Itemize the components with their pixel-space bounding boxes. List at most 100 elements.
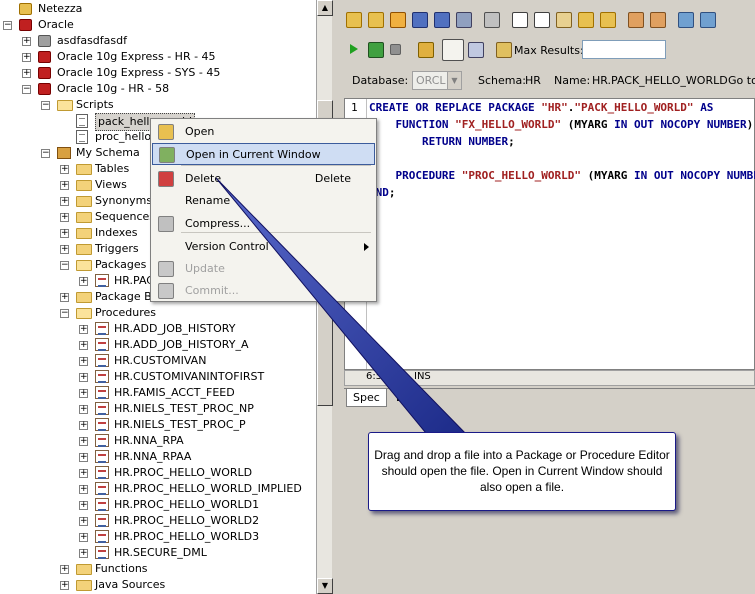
menu-item-rename[interactable]: Rename — [152, 190, 375, 212]
expand-icon[interactable]: + — [60, 581, 69, 590]
collapse-icon[interactable]: − — [60, 261, 69, 270]
expand-icon[interactable]: + — [79, 357, 88, 366]
expand-icon[interactable]: + — [22, 69, 31, 78]
text-results-icon[interactable] — [468, 42, 484, 58]
expand-icon[interactable]: + — [60, 293, 69, 302]
expand-icon[interactable]: + — [79, 405, 88, 414]
new-folder-icon[interactable] — [390, 12, 406, 28]
menu-item-label: Open in Current Window — [186, 148, 321, 161]
expand-icon[interactable]: + — [60, 165, 69, 174]
tree-item[interactable]: + HR.CUSTOMIVAN — [0, 353, 316, 369]
expand-icon[interactable]: + — [22, 53, 31, 62]
expand-icon[interactable]: + — [79, 389, 88, 398]
expand-icon[interactable]: + — [60, 181, 69, 190]
menu-item-open[interactable]: Open — [152, 121, 375, 143]
tree-item[interactable]: + Functions — [0, 561, 316, 577]
run-icon[interactable] — [350, 44, 358, 54]
sort-icon[interactable] — [700, 12, 716, 28]
expand-icon[interactable]: + — [60, 229, 69, 238]
goto-label[interactable]: Go to — [728, 74, 755, 87]
expand-icon[interactable]: + — [79, 341, 88, 350]
grid-results-icon[interactable] — [442, 39, 464, 61]
cut-icon[interactable] — [512, 12, 528, 28]
save-as-icon[interactable] — [456, 12, 472, 28]
expand-icon[interactable]: + — [60, 197, 69, 206]
replace-icon[interactable] — [650, 12, 666, 28]
expand-icon[interactable]: + — [79, 421, 88, 430]
tree-item[interactable]: − Oracle 10g - HR - 58 — [0, 81, 316, 97]
tree-item[interactable]: + HR.PROC_HELLO_WORLD1 — [0, 497, 316, 513]
tree-item[interactable]: − Procedures — [0, 305, 316, 321]
tree-item[interactable]: + HR.ADD_JOB_HISTORY — [0, 321, 316, 337]
print-icon[interactable] — [484, 12, 500, 28]
tab-spec[interactable]: Spec — [346, 389, 387, 407]
scroll-up-button[interactable]: ▲ — [317, 0, 333, 16]
expand-icon[interactable]: + — [79, 533, 88, 542]
tree-item[interactable]: + HR.ADD_JOB_HISTORY_A — [0, 337, 316, 353]
find-icon[interactable] — [628, 12, 644, 28]
tree-item[interactable]: + HR.NIELS_TEST_PROC_P — [0, 417, 316, 433]
tree-item[interactable]: + Java Sources — [0, 577, 316, 593]
max-results-input[interactable] — [582, 40, 666, 59]
copy-icon[interactable] — [534, 12, 550, 28]
procedure-icon — [95, 434, 109, 447]
tree-item[interactable]: + HR.PROC_HELLO_WORLD3 — [0, 529, 316, 545]
format-icon[interactable] — [678, 12, 694, 28]
menu-item-commit[interactable]: Commit... — [152, 280, 375, 302]
tree-item[interactable]: + HR.SECURE_DML — [0, 545, 316, 561]
expand-icon[interactable]: + — [60, 245, 69, 254]
expand-icon[interactable]: + — [60, 565, 69, 574]
collapse-icon[interactable]: − — [41, 101, 50, 110]
tree-item[interactable]: + HR.PROC_HELLO_WORLD_IMPLIED — [0, 481, 316, 497]
collapse-icon[interactable]: − — [22, 85, 31, 94]
open-folder-icon[interactable] — [368, 12, 384, 28]
save-all-icon[interactable] — [434, 12, 450, 28]
tree-item[interactable]: + HR.NNA_RPAA — [0, 449, 316, 465]
expand-icon[interactable]: + — [79, 437, 88, 446]
open-icon[interactable] — [346, 12, 362, 28]
tab-body[interactable]: Body — [390, 389, 430, 407]
tree-item[interactable]: + Oracle 10g Express - SYS - 45 — [0, 65, 316, 81]
tree-item[interactable]: + HR.NIELS_TEST_PROC_NP — [0, 401, 316, 417]
code-editor[interactable]: 1 CREATE OR REPLACE PACKAGE "HR"."PACK_HE… — [344, 98, 755, 370]
expand-icon[interactable]: + — [79, 453, 88, 462]
expand-icon[interactable]: + — [22, 37, 31, 46]
tree-item[interactable]: + HR.FAMIS_ACCT_FEED — [0, 385, 316, 401]
tree-item[interactable]: Netezza — [0, 1, 316, 17]
menu-item-open-in-current-window[interactable]: Open in Current Window — [152, 143, 375, 165]
run-step-icon[interactable] — [368, 42, 384, 58]
undo-icon[interactable] — [578, 12, 594, 28]
collapse-icon[interactable]: − — [3, 21, 12, 30]
expand-icon[interactable]: + — [79, 485, 88, 494]
menu-item-update[interactable]: Update — [152, 258, 375, 280]
expand-icon[interactable]: + — [79, 517, 88, 526]
collapse-icon[interactable]: − — [41, 149, 50, 158]
expand-icon[interactable]: + — [79, 325, 88, 334]
tree-item[interactable]: − Scripts — [0, 97, 316, 113]
expand-icon[interactable]: + — [79, 277, 88, 286]
expand-icon[interactable]: + — [79, 373, 88, 382]
chevron-down-icon[interactable]: ▼ — [447, 72, 461, 89]
tree-item[interactable]: + asdfasdfasdf — [0, 33, 316, 49]
stop-icon[interactable] — [390, 44, 401, 55]
compress-icon — [158, 216, 174, 232]
explain-plan-icon[interactable] — [418, 42, 434, 58]
database-select[interactable]: ORCL ▼ — [412, 71, 462, 90]
tree-item[interactable]: + HR.PROC_HELLO_WORLD2 — [0, 513, 316, 529]
tree-item[interactable]: − Oracle — [0, 17, 316, 33]
menu-item-delete[interactable]: Delete Delete — [152, 168, 375, 190]
expand-icon[interactable]: + — [60, 213, 69, 222]
scroll-down-button[interactable]: ▼ — [317, 578, 333, 594]
collapse-icon[interactable]: − — [60, 309, 69, 318]
tree-item[interactable]: + HR.CUSTOMIVANINTOFIRST — [0, 369, 316, 385]
tree-item[interactable]: + Oracle 10g Express - HR - 45 — [0, 49, 316, 65]
expand-icon[interactable]: + — [79, 501, 88, 510]
save-icon[interactable] — [412, 12, 428, 28]
redo-icon[interactable] — [600, 12, 616, 28]
tree-item[interactable]: + HR.PROC_HELLO_WORLD — [0, 465, 316, 481]
paste-icon[interactable] — [556, 12, 572, 28]
expand-icon[interactable]: + — [79, 549, 88, 558]
tree-item[interactable]: + HR.NNA_RPA — [0, 433, 316, 449]
menu-item-version-control[interactable]: Version Control — [152, 236, 375, 258]
expand-icon[interactable]: + — [79, 469, 88, 478]
